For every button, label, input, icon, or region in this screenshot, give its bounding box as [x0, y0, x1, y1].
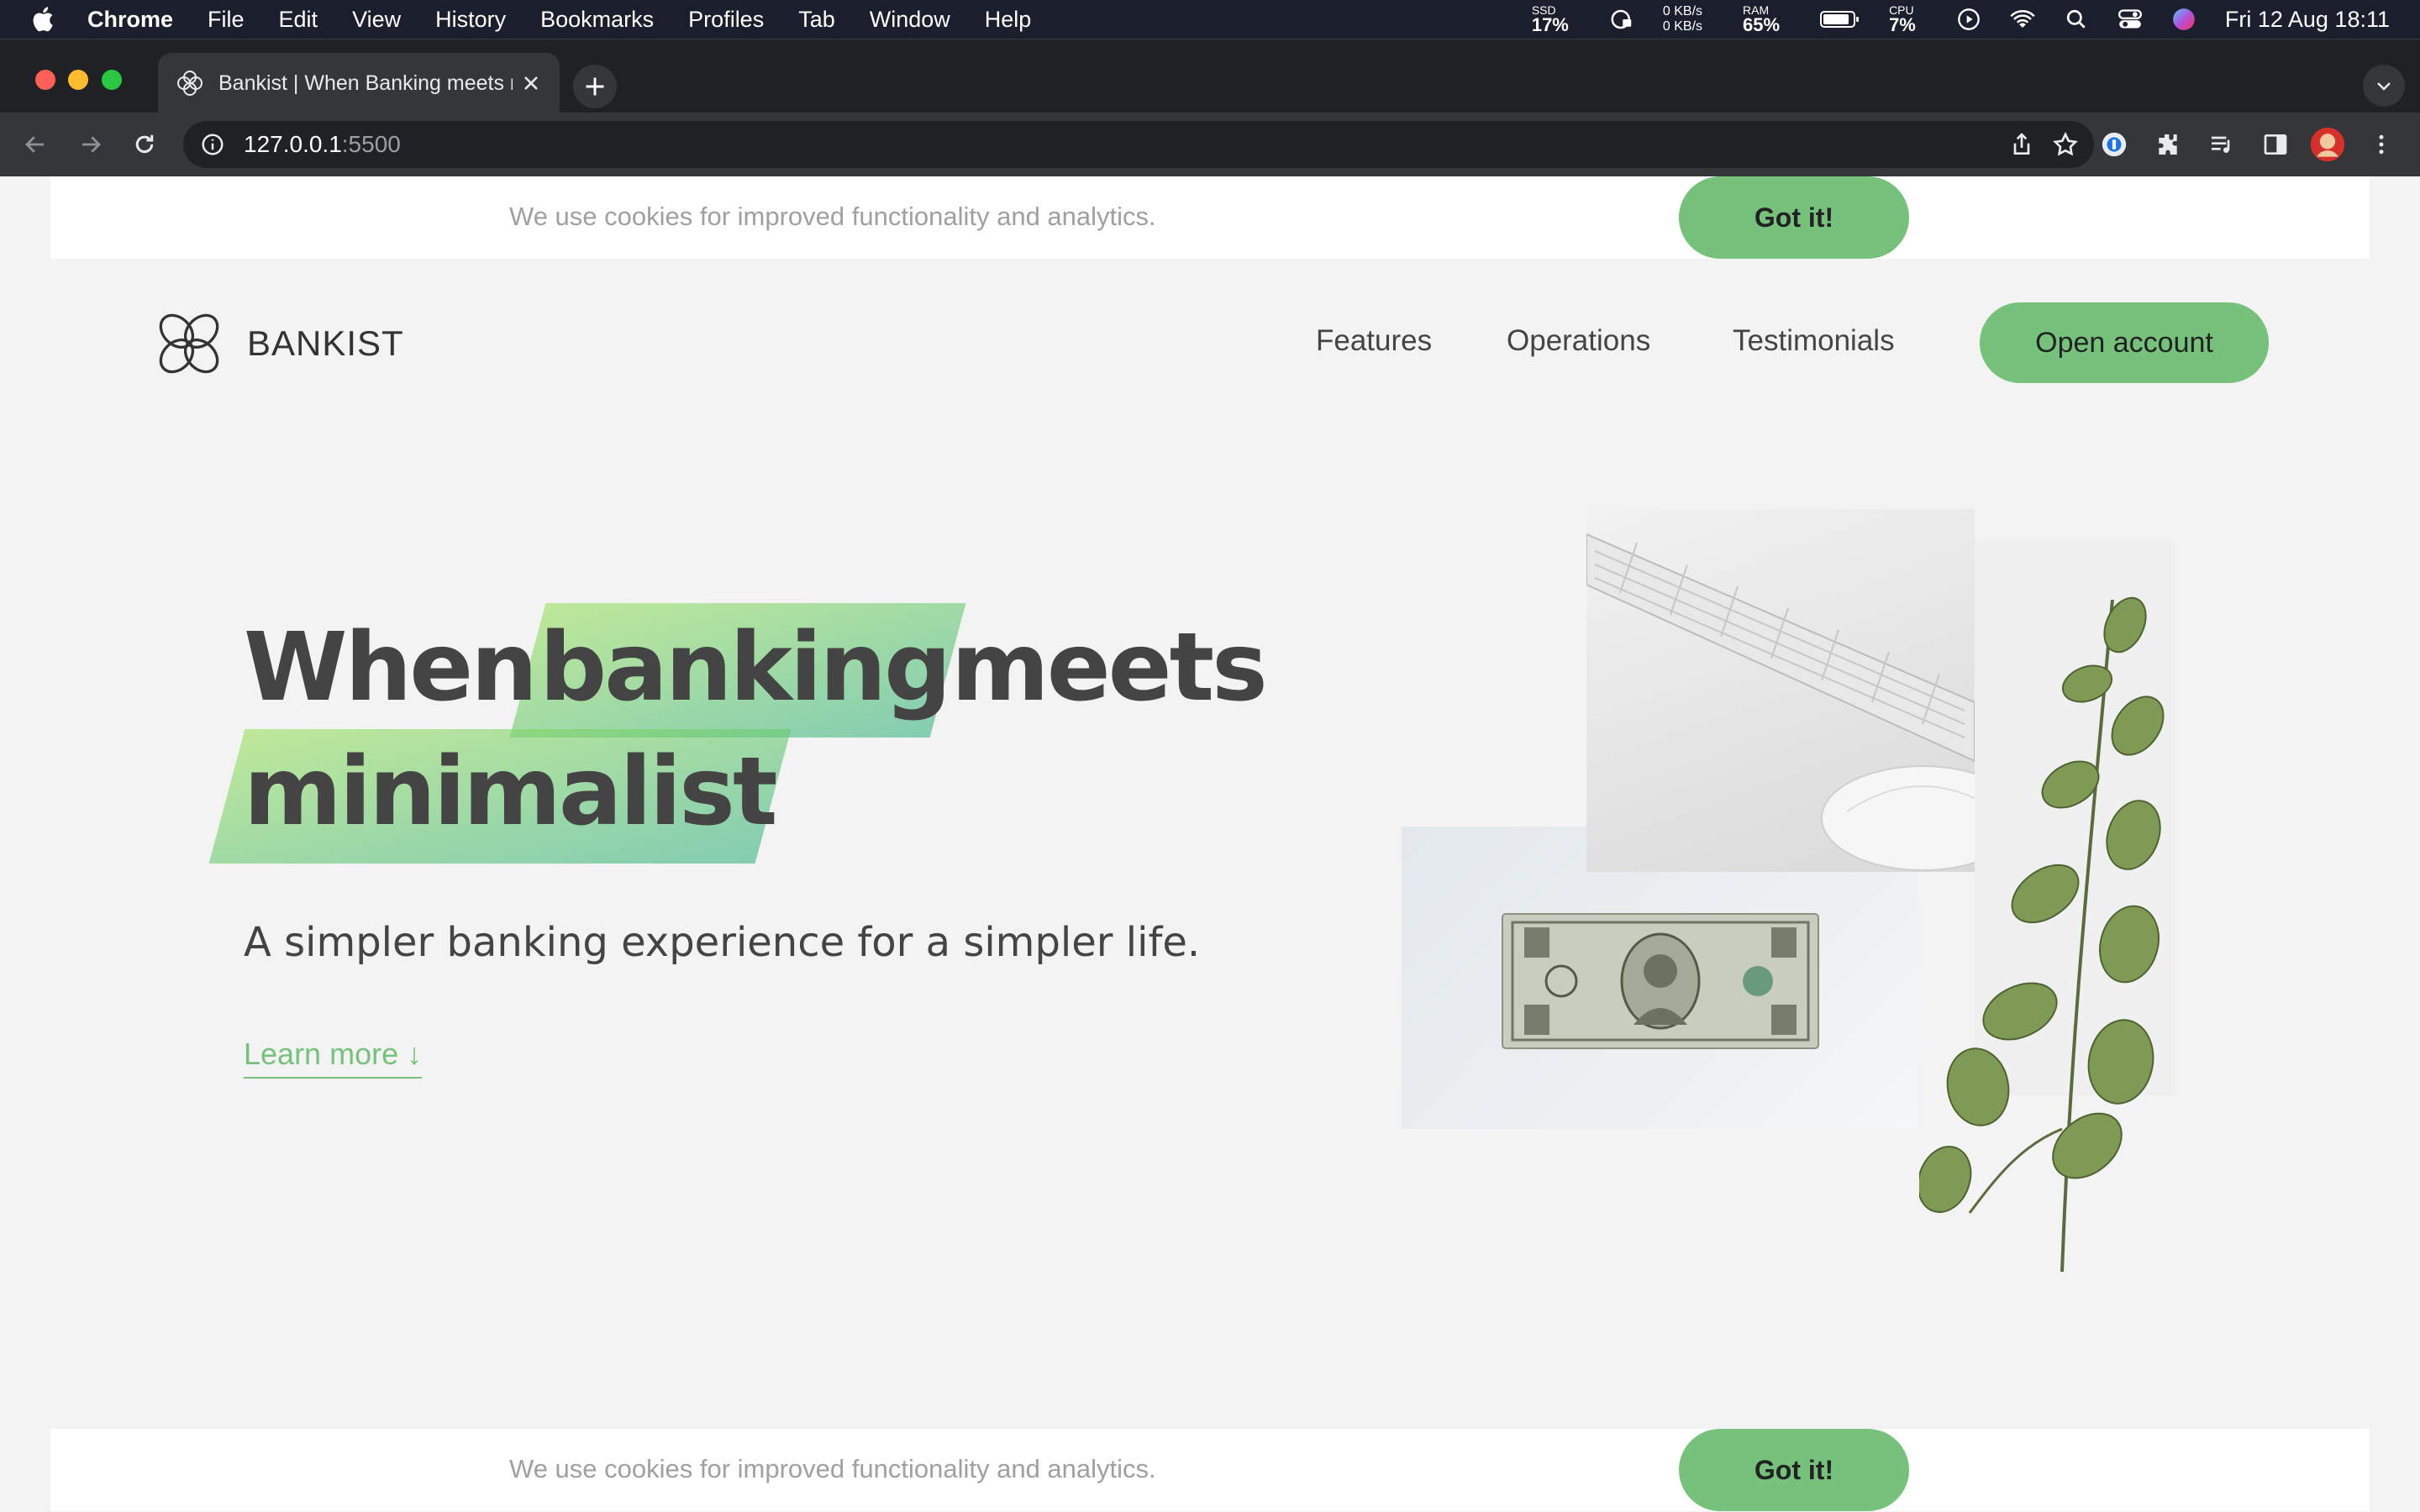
site-info-icon[interactable]: [200, 132, 225, 157]
keyboard-icon: [1586, 533, 1975, 871]
share-icon[interactable]: [2008, 131, 2035, 158]
bankist-logo[interactable]: BANKIST: [150, 304, 404, 383]
learn-more-link[interactable]: Learn more ↓: [244, 1037, 423, 1079]
net-down-value: 0 KB/s: [1662, 19, 1703, 34]
extensions-button[interactable]: [2149, 126, 2186, 163]
bankist-favicon-icon: [177, 71, 203, 96]
reload-button[interactable]: [126, 126, 163, 163]
status-area: SSD 17% 0 KB/s 0 KB/s RAM 65% CPU 7% Fri…: [1532, 0, 2390, 39]
eucalyptus-plant-icon: [1919, 596, 2165, 1272]
password-manager-extension[interactable]: [2096, 126, 2133, 163]
address-bar-actions: [2008, 131, 2079, 158]
menu-history[interactable]: History: [435, 7, 506, 33]
play-circle-icon[interactable]: [1956, 7, 1981, 32]
nav-link-features[interactable]: Features: [1316, 324, 1432, 358]
spotlight-search-icon[interactable]: [2064, 7, 2089, 32]
open-account-button[interactable]: Open account: [1980, 302, 2269, 383]
nav-link-operations[interactable]: Operations: [1507, 324, 1650, 358]
control-center-icon[interactable]: [2118, 7, 2143, 32]
ssd-stat[interactable]: SSD 17%: [1532, 4, 1569, 34]
chevron-down-icon: [2377, 82, 2391, 91]
media-queue-icon: [2212, 136, 2230, 153]
close-window-button[interactable]: [35, 70, 55, 90]
url-host: 127.0.0.1: [244, 131, 342, 157]
plus-icon: [586, 77, 604, 96]
minimize-window-button[interactable]: [68, 70, 88, 90]
menu-edit[interactable]: Edit: [279, 7, 318, 33]
page-viewport: We use cookies for improved functionalit…: [0, 176, 2420, 1512]
hero-image-keyboard: [1586, 509, 1975, 872]
cookie-message: We use cookies for improved functionalit…: [509, 202, 1156, 231]
side-panel-button[interactable]: [2257, 126, 2294, 163]
menu-help[interactable]: Help: [985, 7, 1032, 33]
menu-window[interactable]: Window: [870, 7, 950, 33]
address-bar[interactable]: 127.0.0.1:5500: [183, 121, 2094, 168]
logo-text: BANKIST: [247, 323, 404, 363]
menu-file[interactable]: File: [208, 7, 245, 33]
media-control-button[interactable]: [2203, 126, 2240, 163]
menu-profiles[interactable]: Profiles: [688, 7, 764, 33]
cpu-stat[interactable]: CPU 7%: [1889, 4, 1916, 34]
menu-app-chrome[interactable]: Chrome: [87, 7, 173, 33]
arrow-left-icon: [25, 136, 44, 153]
back-button[interactable]: [17, 126, 54, 163]
network-stat[interactable]: 0 KB/s 0 KB/s: [1663, 4, 1702, 34]
bookmark-star-icon[interactable]: [2052, 131, 2079, 158]
vpn-lock-icon[interactable]: [1609, 7, 1634, 32]
cookie-accept-button[interactable]: Got it!: [1679, 1429, 1909, 1511]
siri-icon[interactable]: [2171, 7, 2196, 32]
net-up-value: 0 KB/s: [1662, 4, 1703, 18]
battery-icon[interactable]: [1820, 7, 1860, 32]
cpu-value: 7%: [1889, 14, 1916, 35]
hero-image-plant: [1919, 541, 2176, 1272]
tab-bankist[interactable]: Bankist | When Banking meets minimalist: [158, 53, 560, 113]
cookie-banner-top: We use cookies for improved functionalit…: [50, 176, 2370, 259]
headline-word-banking: banking: [539, 613, 951, 722]
profile-avatar-icon: [2310, 127, 2345, 162]
side-panel-icon: [2264, 134, 2287, 155]
close-tab-icon[interactable]: [519, 71, 543, 95]
url-port: :5500: [341, 131, 401, 157]
chrome-menu-button[interactable]: [2363, 126, 2400, 163]
ssd-value: 17%: [1531, 14, 1569, 35]
clock[interactable]: Fri 12 Aug 18:11: [2225, 7, 2390, 33]
ram-stat[interactable]: RAM 65%: [1743, 4, 1780, 34]
dollar-bill-icon: [1502, 913, 1819, 1049]
forward-button[interactable]: [72, 126, 109, 163]
tab-title: Bankist | When Banking meets minimalist: [218, 71, 513, 95]
headline-word-meets: meets: [951, 613, 1268, 722]
chrome-tab-strip: Bankist | When Banking meets minimalist: [0, 39, 2420, 113]
arrow-right-icon: [82, 136, 101, 153]
headline-word-minimalist: minimalist: [244, 738, 777, 847]
hero-image-dollar: [1402, 827, 1918, 1129]
maximize-window-button[interactable]: [102, 70, 122, 90]
password-extension-icon: [2102, 132, 2127, 157]
nav-link-testimonials[interactable]: Testimonials: [1733, 324, 1895, 358]
apple-icon[interactable]: [30, 5, 59, 34]
menu-tab[interactable]: Tab: [798, 7, 835, 33]
ram-value: 65%: [1743, 14, 1781, 35]
new-tab-button[interactable]: [573, 65, 617, 108]
chrome-toolbar: 127.0.0.1:5500: [0, 113, 2420, 176]
puzzle-icon: [2159, 134, 2177, 155]
cookie-message: We use cookies for improved functionalit…: [509, 1454, 1156, 1483]
site-nav: BANKIST Features Operations Testimonials…: [0, 294, 2420, 391]
wifi-icon[interactable]: [2010, 7, 2035, 32]
menu-view[interactable]: View: [352, 7, 401, 33]
reload-icon: [135, 134, 154, 154]
cookie-banner-bottom: We use cookies for improved functionalit…: [50, 1429, 2370, 1511]
profile-avatar-button[interactable]: [2309, 126, 2346, 163]
menu-bookmarks[interactable]: Bookmarks: [540, 7, 654, 33]
cookie-accept-button[interactable]: Got it!: [1679, 176, 1909, 259]
hero-subtitle: A simpler banking experience for a simpl…: [244, 919, 1201, 966]
bankist-logo-icon: [159, 313, 219, 374]
more-vertical-icon: [2379, 134, 2384, 155]
headline-word-when: When: [244, 613, 538, 722]
macos-menu-bar: Chrome File Edit View History Bookmarks …: [0, 0, 2420, 39]
tab-search-button[interactable]: [2363, 65, 2405, 107]
